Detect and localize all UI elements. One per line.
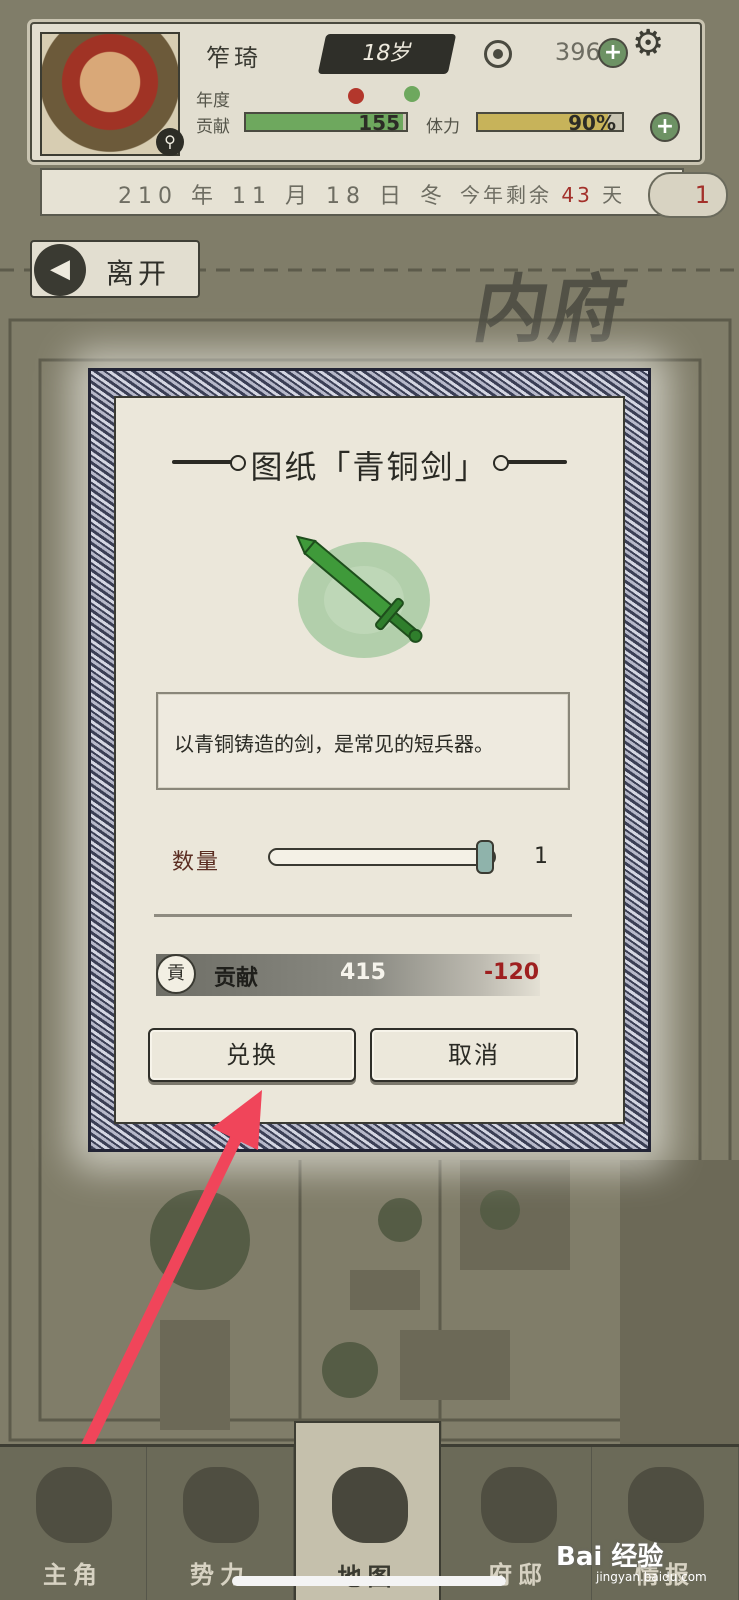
leave-button[interactable]: ◀ 离开 [30, 240, 200, 298]
days-remaining-suffix: 天 [602, 183, 626, 207]
year-label: 年度 [196, 91, 230, 111]
bronze-sword-icon [295, 535, 430, 658]
date-bar: 210 年 11 月 18 日 冬 今年剩余 43 天 [40, 168, 684, 216]
map-icon [332, 1467, 408, 1543]
quantity-label: 数量 [172, 850, 221, 875]
mansion-icon [481, 1467, 557, 1543]
dialog-title: 图纸「青铜剑」 [250, 448, 489, 486]
cost-balance: 415 [340, 960, 386, 985]
settings-gear-icon[interactable]: ⚙ [632, 26, 664, 62]
age-badge: 18岁 [317, 34, 457, 74]
player-status-panel: ⚲ 笮琦 18岁 3965 + ⚙ 年度 贡献 155 体力 90% + [30, 22, 702, 162]
year-marker-green-icon [404, 86, 420, 102]
character-icon [36, 1467, 112, 1543]
cancel-button[interactable]: 取消 [370, 1028, 578, 1082]
days-remaining-prefix: 今年剩余 [460, 183, 552, 207]
coin-icon [484, 40, 512, 68]
quantity-slider[interactable] [268, 840, 496, 874]
watermark: Bai 经验 [556, 1542, 664, 1572]
exchange-button[interactable]: 兑换 [148, 1028, 356, 1082]
nav-label-character: 主角 [43, 1561, 103, 1589]
nav-item-map[interactable]: 地图 [294, 1421, 441, 1600]
current-date: 210 年 11 月 18 日 冬 [118, 184, 448, 209]
contribution-label: 贡献 [196, 117, 230, 137]
contribution-value: 155 [358, 111, 400, 135]
back-arrow-icon: ◀ [34, 244, 86, 296]
contribution-coin-icon: 貢 [156, 954, 196, 994]
divider [154, 914, 572, 917]
notification-cloud-badge[interactable]: 1 [648, 172, 728, 218]
location-title: 内府 [467, 267, 635, 353]
stamina-label: 体力 [426, 117, 460, 137]
blueprint-dialog: 图纸「青铜剑」 以青铜铸造的剑，是常见的短兵器。 数量 1 貢 贡献 415 -… [114, 396, 625, 1124]
cost-delta: -120 [484, 960, 540, 985]
add-coins-button[interactable]: + [598, 38, 628, 68]
days-remaining: 今年剩余 43 天 [460, 179, 625, 208]
flag-icon [183, 1467, 259, 1543]
stamina-bar: 90% [476, 111, 624, 135]
watermark-url: jingyan.baidu.com [596, 1570, 707, 1584]
quantity-slider-thumb[interactable] [476, 840, 494, 874]
avatar[interactable]: ⚲ [40, 32, 184, 156]
add-stamina-button[interactable]: + [650, 112, 680, 142]
magnifier-icon[interactable]: ⚲ [156, 128, 184, 156]
days-remaining-count: 43 [561, 183, 593, 207]
quantity-value: 1 [534, 844, 548, 869]
player-name: 笮琦 [206, 44, 262, 72]
stamina-value: 90% [568, 111, 616, 135]
year-marker-red-icon [348, 88, 364, 104]
nav-label-map: 地图 [296, 1557, 439, 1592]
cost-label: 贡献 [214, 966, 259, 991]
home-indicator[interactable] [232, 1576, 506, 1586]
contribution-bar: 155 [244, 111, 408, 135]
item-description: 以青铜铸造的剑，是常见的短兵器。 [174, 732, 494, 756]
item-description-box: 以青铜铸造的剑，是常见的短兵器。 [156, 692, 570, 790]
nav-item-character[interactable]: 主角 [0, 1447, 147, 1600]
intel-icon [628, 1467, 704, 1543]
title-ornament-right [493, 455, 567, 471]
leave-button-label: 离开 [106, 257, 171, 290]
